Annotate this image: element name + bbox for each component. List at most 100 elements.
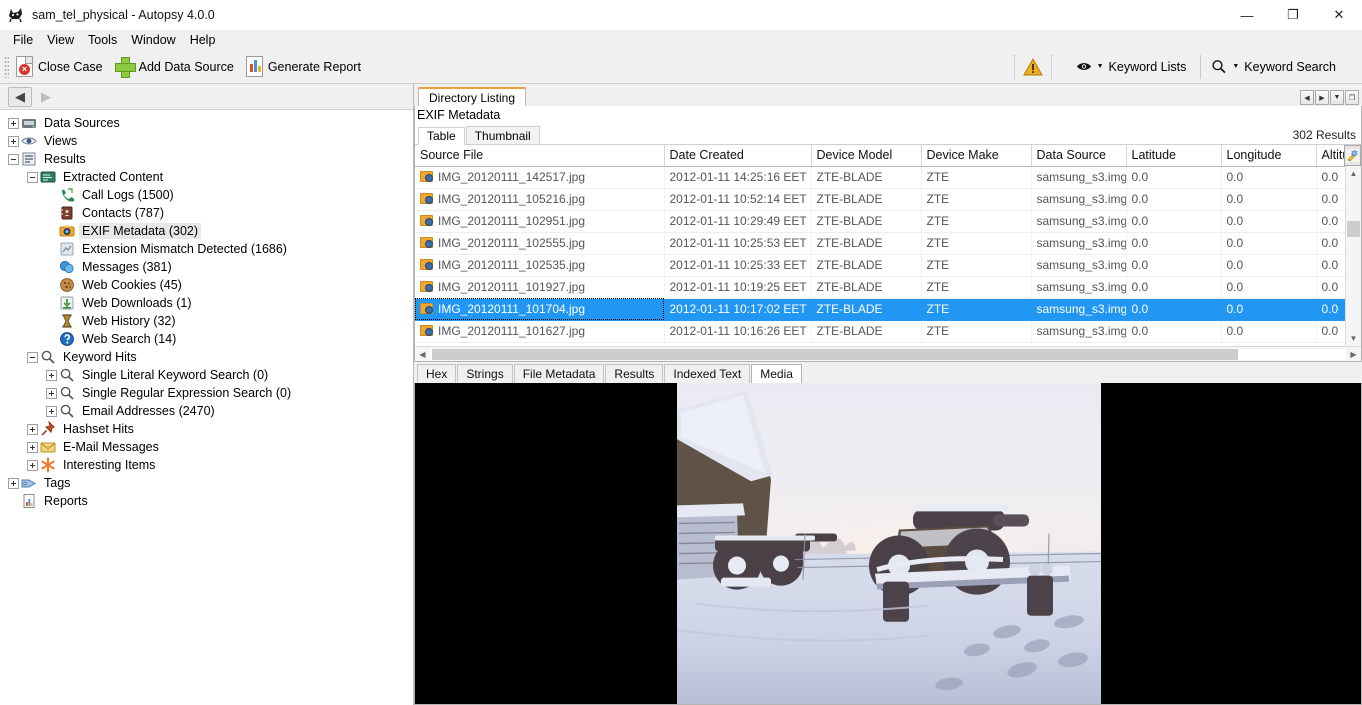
tree-item-single-regular-expression-search-0[interactable]: Single Regular Expression Search (0): [0, 384, 413, 402]
tree-item-contacts-787[interactable]: Contacts (787): [0, 204, 413, 222]
cell-latitude: 0.0: [1126, 232, 1222, 255]
keyword-lists-button[interactable]: ▼ Keyword Lists: [1072, 53, 1195, 81]
column-header-date-created[interactable]: Date Created: [664, 145, 812, 167]
column-chooser-icon[interactable]: [1344, 145, 1361, 166]
column-header-device-model[interactable]: Device Model: [811, 145, 922, 167]
viewer-tab-file-metadata[interactable]: File Metadata: [513, 364, 605, 383]
viewer-tab-media[interactable]: Media: [751, 364, 802, 383]
expand-icon[interactable]: [46, 387, 57, 399]
menu-tools[interactable]: Tools: [81, 31, 124, 49]
expand-icon[interactable]: [46, 369, 57, 381]
horizontal-scroll-thumb[interactable]: [432, 348, 1239, 360]
scroll-down-arrow-icon[interactable]: ▼: [1346, 331, 1361, 346]
maximize-button[interactable]: ❐: [1270, 0, 1316, 30]
tab-scroll-left-button[interactable]: ◀: [1300, 90, 1314, 105]
tree-item-interesting-items[interactable]: Interesting Items: [0, 456, 413, 474]
table-row[interactable]: IMG_20120111_142517.jpg 2012-01-11 14:25:…: [415, 166, 1361, 189]
cell-source-file: IMG_20120111_142517.jpg: [438, 170, 586, 184]
results-tree: Data Sources Views Results Extracted Conten…: [0, 110, 413, 705]
tree-item-email-addresses-2470[interactable]: Email Addresses (2470): [0, 402, 413, 420]
tab-thumbnail[interactable]: Thumbnail: [465, 126, 540, 144]
expand-icon[interactable]: [27, 441, 38, 453]
cell-date-created: 2012-01-11 10:17:02 EET: [664, 298, 812, 321]
menu-file[interactable]: File: [6, 31, 40, 49]
tree-item-web-history-32[interactable]: Web History (32): [0, 312, 413, 330]
table-row[interactable]: IMG_20120111_101704.jpg 2012-01-11 10:17:…: [415, 298, 1361, 321]
tree-item-web-cookies-45[interactable]: Web Cookies (45): [0, 276, 413, 294]
tree-item-tags[interactable]: Tags: [0, 474, 413, 492]
tree-item-web-search-14[interactable]: Web Search (14): [0, 330, 413, 348]
minimize-button[interactable]: —: [1224, 0, 1270, 30]
viewer-tab-strings[interactable]: Strings: [457, 364, 513, 383]
forward-button[interactable]: ▶: [34, 87, 58, 107]
collapse-icon[interactable]: [27, 171, 38, 183]
tree-item-call-logs-1500[interactable]: Call Logs (1500): [0, 186, 413, 204]
expand-icon[interactable]: [8, 117, 19, 129]
collapse-icon[interactable]: [27, 351, 38, 363]
tree-item-label: Tags: [44, 476, 71, 490]
scroll-right-arrow-icon[interactable]: ▶: [1346, 350, 1361, 359]
tab-table[interactable]: Table: [418, 127, 465, 145]
tree-item-reports[interactable]: Reports: [0, 492, 413, 510]
table-row[interactable]: IMG_20120111_102555.jpg 2012-01-11 10:25:…: [415, 232, 1361, 255]
expand-icon[interactable]: [27, 459, 38, 471]
warning-triangle-icon[interactable]: [1022, 57, 1043, 76]
tree-item-extracted-content[interactable]: Extracted Content: [0, 168, 413, 186]
table-row[interactable]: IMG_20120111_101627.jpg 2012-01-11 10:16:…: [415, 320, 1361, 343]
expand-icon[interactable]: [46, 405, 57, 417]
scroll-up-arrow-icon[interactable]: ▲: [1346, 166, 1361, 181]
tab-directory-listing[interactable]: Directory Listing: [418, 87, 527, 106]
back-button[interactable]: ◀: [8, 86, 32, 107]
column-header-source-file[interactable]: Source File: [415, 145, 665, 167]
image-file-icon: [420, 325, 433, 336]
column-header-data-source[interactable]: Data Source: [1031, 145, 1127, 167]
menu-help[interactable]: Help: [183, 31, 223, 49]
tab-list-dropdown-button[interactable]: ▼: [1330, 90, 1344, 105]
tree-item-e-mail-messages[interactable]: E-Mail Messages: [0, 438, 413, 456]
tree-item-single-literal-keyword-search-0[interactable]: Single Literal Keyword Search (0): [0, 366, 413, 384]
expand-icon[interactable]: [27, 423, 38, 435]
tree-item-label: Email Addresses (2470): [82, 404, 215, 418]
table-horizontal-scrollbar[interactable]: ◀ ▶: [415, 346, 1361, 361]
tree-item-keyword-hits[interactable]: Keyword Hits: [0, 348, 413, 366]
tree-item-extension-mismatch-detected-1686[interactable]: Extension Mismatch Detected (1686): [0, 240, 413, 258]
viewer-tab-indexed-text[interactable]: Indexed Text: [664, 364, 751, 383]
keyword-search-button[interactable]: ▼ Keyword Search: [1207, 53, 1344, 81]
tree-item-views[interactable]: Views: [0, 132, 413, 150]
expand-icon[interactable]: [8, 135, 19, 147]
expand-icon[interactable]: [8, 477, 19, 489]
image-file-icon: [420, 193, 433, 204]
column-header-device-make[interactable]: Device Make: [921, 145, 1032, 167]
tree-item-data-sources[interactable]: Data Sources: [0, 114, 413, 132]
menu-window[interactable]: Window: [124, 31, 182, 49]
collapse-icon[interactable]: [8, 153, 19, 165]
content-pane: Directory Listing ◀ ▶ ▼ ❐ EXIF Metadata …: [414, 84, 1362, 705]
close-case-button[interactable]: × Close Case: [12, 53, 111, 81]
table-row[interactable]: IMG_20120111_105216.jpg 2012-01-11 10:52:…: [415, 188, 1361, 211]
table-vertical-scrollbar[interactable]: ▲ ▼: [1345, 166, 1361, 346]
scroll-left-arrow-icon[interactable]: ◀: [415, 350, 430, 359]
tree-item-exif-metadata-302[interactable]: EXIF Metadata (302): [0, 222, 413, 240]
add-data-source-button[interactable]: Add Data Source: [111, 53, 242, 81]
table-row[interactable]: IMG_20120111_101927.jpg 2012-01-11 10:19:…: [415, 276, 1361, 299]
tree-item-web-downloads-1[interactable]: Web Downloads (1): [0, 294, 413, 312]
tab-maximize-button[interactable]: ❐: [1345, 90, 1359, 105]
tab-scroll-right-button[interactable]: ▶: [1315, 90, 1329, 105]
horizontal-scroll-track[interactable]: [430, 348, 1346, 360]
menu-view[interactable]: View: [40, 31, 81, 49]
tree-item-results[interactable]: Results: [0, 150, 413, 168]
viewer-tab-hex[interactable]: Hex: [417, 364, 457, 383]
tree-item-hashset-hits[interactable]: Hashset Hits: [0, 420, 413, 438]
messages-icon: [59, 259, 75, 275]
viewer-tab-results[interactable]: Results: [605, 364, 664, 383]
tree-item-messages-381[interactable]: Messages (381): [0, 258, 413, 276]
column-header-latitude[interactable]: Latitude: [1126, 145, 1222, 167]
close-button[interactable]: ✕: [1316, 0, 1362, 30]
column-header-longitude[interactable]: Longitude: [1221, 145, 1317, 167]
vertical-scroll-thumb[interactable]: [1347, 221, 1360, 237]
table-row[interactable]: IMG_20120111_102535.jpg 2012-01-11 10:25:…: [415, 254, 1361, 277]
table-row[interactable]: IMG_20120111_102951.jpg 2012-01-11 10:29:…: [415, 210, 1361, 233]
generate-report-button[interactable]: Generate Report: [242, 53, 369, 81]
tree-item-label: Keyword Hits: [63, 350, 137, 364]
toolbar-grip[interactable]: [4, 55, 9, 78]
